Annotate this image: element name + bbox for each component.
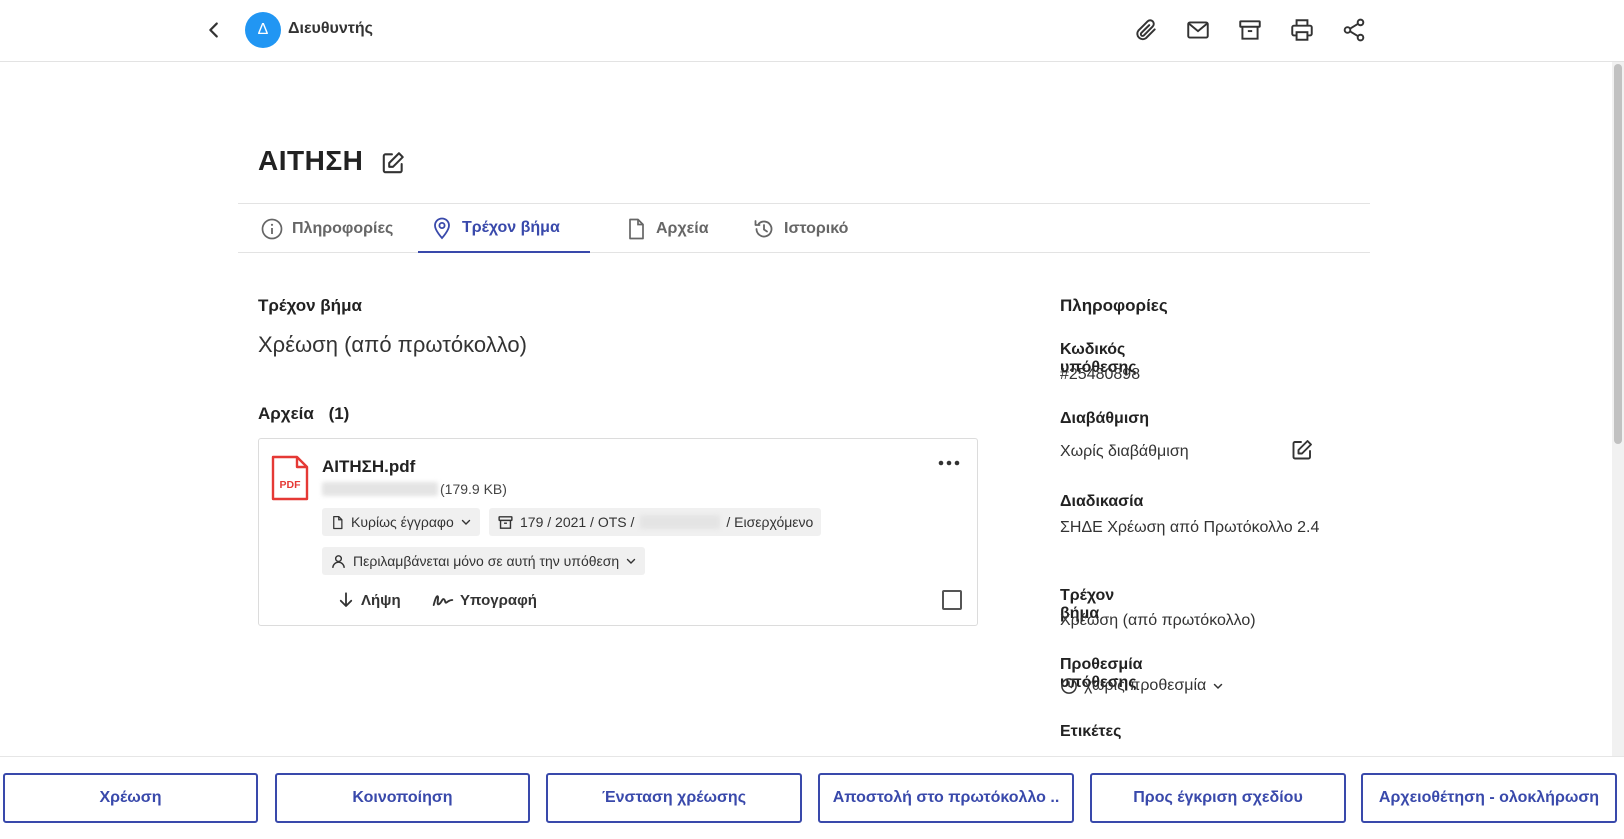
signature-icon	[432, 595, 454, 607]
share-button[interactable]	[1338, 14, 1370, 46]
procedure-value: ΣΗΔΕ Χρέωση από Πρωτόκολλο 2.4	[1060, 519, 1320, 536]
edit-title-button[interactable]	[380, 150, 406, 176]
location-pin-icon	[434, 217, 450, 239]
tab-history[interactable]: Ιστορικό	[740, 204, 860, 253]
info-panel-title: Πληροφορίες	[1060, 296, 1168, 315]
redacted-protocol-date	[640, 515, 721, 529]
deadline-value: χωρίς προθεσμία	[1084, 677, 1207, 694]
protocol-number: 179 / 2021 / OTS /	[520, 514, 635, 530]
pdf-file-icon: PDF	[271, 455, 309, 501]
more-horizontal-icon	[938, 460, 960, 466]
classification-label: Διαβάθμιση	[1060, 410, 1149, 427]
page-scrollbar[interactable]	[1612, 62, 1624, 756]
file-icon	[333, 515, 343, 529]
sign-button[interactable]: Υπογραφή	[432, 591, 537, 609]
deadline-dropdown[interactable]: χωρίς προθεσμία	[1060, 677, 1224, 695]
edit-classification-button[interactable]	[1290, 438, 1316, 464]
action-bar: Χρέωση Κοινοποίηση Ένσταση χρέωσης Αποστ…	[0, 756, 1624, 839]
tab-label: Πληροφορίες	[292, 219, 394, 237]
tab-info[interactable]: Πληροφορίες	[248, 204, 405, 253]
inclusion-value: Περιλαμβάνεται μόνο σε αυτή την υπόθεση	[353, 553, 620, 569]
back-button[interactable]	[200, 16, 228, 44]
scrollbar-thumb[interactable]	[1614, 64, 1622, 444]
notify-button[interactable]: Κοινοποίηση	[275, 773, 530, 823]
user-icon	[332, 554, 345, 568]
chevron-down-icon	[461, 519, 471, 525]
archive-icon	[1239, 20, 1261, 40]
redacted-date	[322, 482, 438, 496]
file-name-link[interactable]: ΑΙΤΗΣΗ.pdf	[322, 457, 415, 477]
files-count: (1)	[328, 404, 350, 423]
info-icon	[261, 218, 283, 239]
tab-files[interactable]: Αρχεία	[612, 204, 721, 253]
files-heading: Αρχεία (1)	[258, 404, 349, 424]
tags-label: Ετικέτες	[1060, 723, 1122, 740]
current-step-value: Χρέωση (από πρωτόκολλο)	[258, 332, 527, 357]
tab-current-step[interactable]: Τρέχον βήμα	[418, 204, 590, 253]
files-heading-label: Αρχεία	[258, 404, 314, 423]
archive-icon	[498, 515, 513, 529]
archive-complete-button[interactable]: Αρχειοθέτηση - ολοκλήρωση	[1361, 773, 1617, 823]
email-button[interactable]	[1182, 14, 1214, 46]
top-bar: Δ Διευθυντής	[0, 0, 1624, 62]
user-name: Διευθυντής	[288, 20, 373, 37]
edit-icon	[1292, 440, 1312, 460]
history-icon	[754, 219, 773, 237]
step-value: Χρέωση (από πρωτόκολλο)	[1060, 612, 1256, 629]
paperclip-icon	[1136, 19, 1156, 41]
download-label: Λήψη	[361, 591, 401, 609]
tab-label: Τρέχον βήμα	[462, 218, 560, 236]
doc-type-value: Κυρίως έγγραφο	[351, 514, 454, 530]
assignment-objection-button[interactable]: Ένσταση χρέωσης	[546, 773, 802, 823]
protocol-direction: / Εισερχόμενο	[726, 514, 814, 530]
chevron-left-icon	[209, 22, 218, 38]
edit-icon	[382, 152, 404, 174]
file-size: (179.9 KB)	[440, 481, 507, 497]
mail-icon	[1187, 21, 1209, 39]
printer-icon	[1291, 19, 1313, 41]
pdf-badge-text: PDF	[280, 479, 302, 491]
avatar[interactable]: Δ	[245, 12, 281, 48]
tab-label: Αρχεία	[656, 219, 709, 237]
archive-button[interactable]	[1234, 14, 1266, 46]
download-button[interactable]: Λήψη	[337, 591, 401, 609]
current-step-heading: Τρέχον βήμα	[258, 296, 362, 315]
chevron-down-icon	[1214, 683, 1223, 690]
protocol-chip: 179 / 2021 / OTS / / Εισερχόμενο	[489, 508, 822, 536]
attach-button[interactable]	[1130, 14, 1162, 46]
tab-label: Ιστορικό	[784, 219, 849, 237]
inclusion-dropdown[interactable]: Περιλαμβάνεται μόνο σε αυτή την υπόθεση	[322, 547, 646, 575]
doc-type-dropdown[interactable]: Κυρίως έγγραφο	[322, 508, 480, 536]
procedure-label: Διαδικασία	[1060, 493, 1144, 510]
draft-approval-button[interactable]: Προς έγκριση σχεδίου	[1090, 773, 1346, 823]
assign-button[interactable]: Χρέωση	[3, 773, 258, 823]
file-card: PDF ΑΙΤΗΣΗ.pdf (179.9 KB) Κυρίως έγγραφο…	[258, 438, 978, 626]
sign-label: Υπογραφή	[460, 591, 537, 609]
file-select-checkbox[interactable]	[942, 590, 962, 610]
page-title: ΑΙΤΗΣΗ	[258, 145, 364, 176]
share-icon	[1343, 18, 1365, 42]
case-code-value: #25480898	[1060, 366, 1141, 383]
tab-bar: Πληροφορίες Τρέχον βήμα Αρχεία Ιστορικό	[238, 203, 1370, 253]
avatar-letter: Δ	[257, 21, 269, 38]
download-arrow-icon	[339, 592, 353, 607]
print-button[interactable]	[1286, 14, 1318, 46]
clock-icon	[1061, 678, 1077, 694]
chevron-down-icon	[627, 558, 636, 564]
file-meta: (179.9 KB)	[322, 481, 507, 497]
file-more-button[interactable]	[935, 453, 963, 473]
file-icon	[629, 218, 644, 239]
send-to-protocol-button[interactable]: Αποστολή στο πρωτόκολλο ..	[818, 773, 1074, 823]
